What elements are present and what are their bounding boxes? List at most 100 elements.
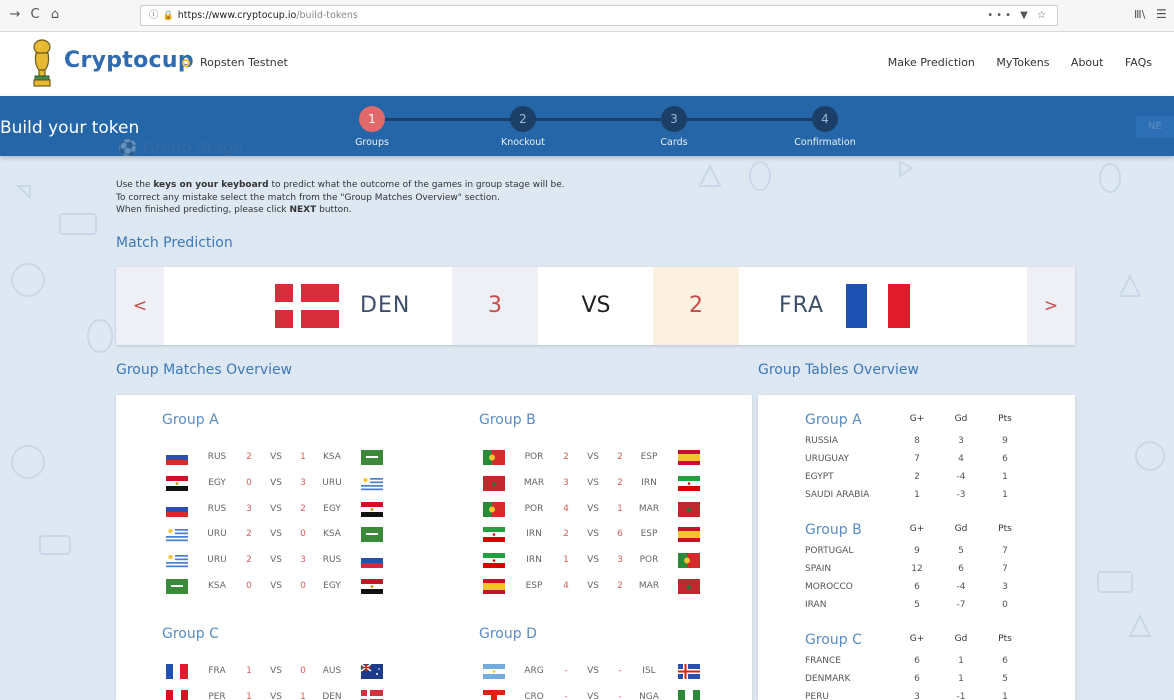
address-bar[interactable]: ⓘ 🔒 https://www.cryptocup.io/build-tokens …: [140, 5, 1058, 26]
prev-match-button[interactable]: <: [116, 267, 164, 345]
library-icon[interactable]: Ⅲ\: [1134, 8, 1145, 21]
vs-label: VS: [587, 477, 599, 488]
step-groups[interactable]: 1 Groups: [327, 106, 417, 148]
table-stat: 7: [914, 454, 920, 464]
menu-icon[interactable]: ☰: [1156, 7, 1167, 21]
step-cards[interactable]: 3 Cards: [629, 106, 719, 148]
vs-label: VS: [270, 581, 282, 591]
away-code: ESP: [640, 529, 658, 540]
away-code: DEN: [322, 691, 342, 700]
away-score: 1: [300, 452, 306, 462]
home-code: MAR: [523, 477, 545, 488]
table-stat: 6: [1002, 656, 1008, 666]
info-icon[interactable]: ⓘ: [149, 10, 159, 21]
step-number: 3: [661, 106, 687, 132]
brand-name[interactable]: Cryptocup: [64, 48, 194, 73]
nav-make-prediction[interactable]: Make Prediction: [888, 56, 975, 69]
step-knockout[interactable]: 2 Knockout: [478, 106, 568, 148]
vs-label: VS: [270, 452, 282, 462]
match-row[interactable]: POR 4 VS 1 MAR ★: [483, 501, 703, 518]
morocco-flag-icon: ★: [483, 475, 505, 491]
reload-icon[interactable]: C: [26, 6, 44, 24]
table-stat: 6: [914, 582, 920, 592]
step-confirmation[interactable]: 4 Confirmation: [780, 106, 870, 148]
url-path: /build-tokens: [296, 10, 358, 21]
away-score: 3: [300, 555, 306, 566]
home-code: ESP: [525, 581, 543, 591]
table-stat: 1: [958, 656, 964, 666]
table-stat: 5: [914, 600, 920, 610]
match-row[interactable]: URU 2 VS 0 KSA: [166, 527, 386, 543]
home-code: RUS: [207, 503, 227, 514]
page-actions-icon[interactable]: ••• ▼ ☆: [987, 6, 1049, 25]
match-row[interactable]: EGY 0 VS 3 URU: [166, 475, 386, 492]
uruguay-flag-icon: [166, 553, 188, 569]
away-code: ESP: [640, 452, 658, 462]
match-row[interactable]: PER 1 VS 1 DEN: [166, 689, 386, 700]
group-tables-panel: Group A G+ Gd Pts RUSSIA 8 3 9 URUGUAY 7 4 6 EGYPT 2 -…: [758, 395, 1075, 700]
away-code: RUS: [322, 555, 342, 566]
away-code: KSA: [323, 452, 341, 462]
table-stat: -4: [956, 472, 966, 482]
match-row[interactable]: POR 2 VS 2 ESP: [483, 450, 703, 466]
home-score: 3: [246, 503, 252, 514]
table-header: G+: [909, 634, 925, 644]
table-stat: 2: [914, 472, 920, 482]
vs-label: VS: [270, 503, 282, 514]
table-group-title: Group B: [805, 522, 862, 538]
match-row[interactable]: KSA 0 VS 0 EGY: [166, 579, 386, 595]
table-stat: 9: [1002, 436, 1008, 446]
nav-faqs[interactable]: FAQs: [1125, 56, 1152, 69]
match-row[interactable]: IRN 1 VS 3 POR: [483, 553, 703, 569]
home-code: EGY: [208, 477, 226, 488]
russia-flag-icon: [166, 501, 188, 517]
match-row[interactable]: FRA 1 VS 0 AUS: [166, 664, 386, 680]
home-score: 2: [563, 452, 569, 462]
table-header: G+: [909, 414, 925, 424]
home-score: 1: [563, 555, 569, 566]
away-code: KSA: [323, 529, 341, 540]
next-match-button[interactable]: >: [1027, 267, 1075, 345]
home-team-code: DEN: [360, 293, 411, 318]
nav-about[interactable]: About: [1071, 56, 1104, 69]
table-header: Pts: [998, 634, 1012, 644]
home-score: 2: [246, 452, 252, 462]
home-score[interactable]: 3: [452, 267, 538, 345]
egypt-flag-icon: [361, 501, 383, 517]
home-code: URU: [207, 555, 227, 566]
match-row[interactable]: URU 2 VS 3 RUS: [166, 553, 386, 569]
network-status-icon: [182, 59, 190, 67]
home-code: RUS: [207, 452, 227, 462]
vs-label: VS: [587, 555, 599, 566]
table-stat: 5: [1002, 674, 1008, 684]
match-row[interactable]: RUS 3 VS 2 EGY: [166, 501, 386, 518]
saudi-arabia-flag-icon: [166, 579, 188, 594]
svg-text:★: ★: [685, 583, 693, 593]
group-d-title: Group D: [479, 626, 537, 642]
home-score: 0: [246, 581, 252, 591]
group-b-title: Group B: [479, 412, 536, 428]
match-row[interactable]: CRO - VS - NGA: [483, 689, 703, 700]
match-row[interactable]: ★ MAR 3 VS 2 IRN: [483, 475, 703, 492]
away-code: URU: [322, 477, 342, 488]
trophy-logo-icon[interactable]: [28, 38, 56, 90]
table-stat: -7: [956, 600, 966, 610]
away-score: 2: [300, 503, 306, 514]
nav-my-tokens[interactable]: MyTokens: [996, 56, 1049, 69]
home-score: 2: [246, 529, 252, 540]
match-row[interactable]: ESP 4 VS 2 MAR ★: [483, 579, 703, 595]
forward-icon[interactable]: →: [6, 6, 24, 24]
table-stat: 8: [914, 436, 920, 446]
spain-flag-icon: [483, 579, 505, 594]
away-score[interactable]: 2: [653, 267, 739, 345]
next-button[interactable]: NE: [1136, 116, 1174, 138]
morocco-flag-icon: ★: [678, 501, 700, 517]
match-row[interactable]: RUS 2 VS 1 KSA: [166, 450, 386, 466]
table-stat: 6: [914, 656, 920, 666]
home-icon[interactable]: ⌂: [46, 6, 64, 24]
match-row[interactable]: IRN 2 VS 6 ESP: [483, 527, 703, 543]
table-team-name: PERU: [805, 692, 829, 700]
group-tables-title: Group Tables Overview: [758, 362, 919, 378]
away-code: POR: [639, 555, 659, 566]
match-row[interactable]: ARG - VS - ISL: [483, 664, 703, 680]
